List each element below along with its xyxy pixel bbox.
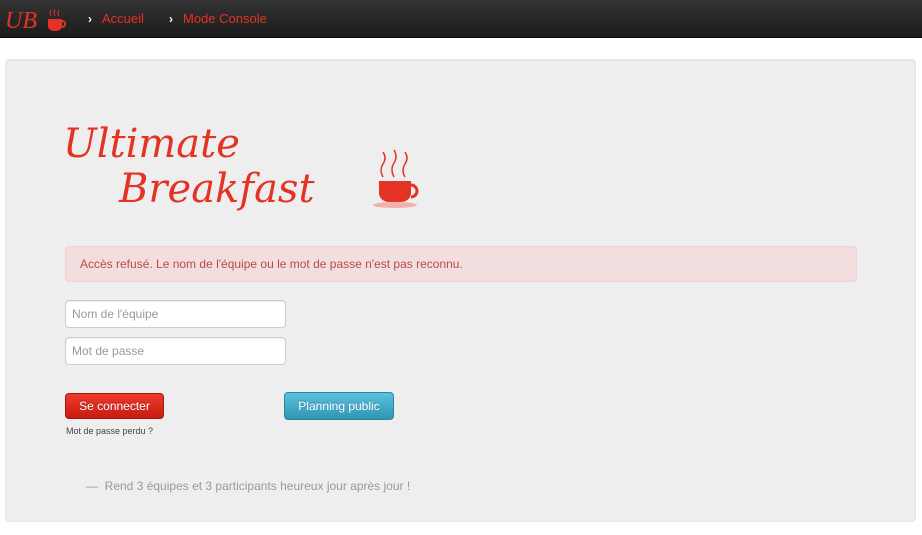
logo-line2: Breakfast [118,166,315,212]
public-planning-button[interactable]: Planning public [284,392,394,420]
lost-password-link[interactable]: Mot de passe perdu ? [66,426,153,436]
access-denied-alert: Accès refusé. Le nom de l'équipe ou le m… [65,246,857,282]
nav-mode-console-label: Mode Console [183,11,267,26]
brand-text: UB [5,8,37,34]
password-input[interactable] [65,337,286,365]
login-button[interactable]: Se connecter [65,393,164,419]
ultimate-breakfast-logo: Ultimate Breakfast [63,121,419,212]
team-name-input[interactable] [65,300,286,328]
logo-line1: Ultimate [63,121,240,167]
chevron-right-icon: › [88,12,92,26]
cup-icon [48,8,66,31]
steaming-cup-icon [373,149,419,208]
tagline: — Rend 3 équipes et 3 participants heure… [86,479,410,493]
nav-mode-console[interactable]: › Mode Console [169,11,267,27]
chevron-right-icon: › [169,12,173,26]
tagline-text: Rend 3 équipes et 3 participants heureux… [104,479,411,493]
login-panel: Ultimate Breakfast Accès refusé. Le nom … [5,59,916,522]
top-navbar: UB › Accueil › Mode Console [0,0,922,38]
brand-logo[interactable]: UB [4,2,68,34]
tagline-dash: — [86,479,98,493]
nav-accueil-label: Accueil [102,11,144,26]
nav-accueil[interactable]: › Accueil [88,11,144,27]
